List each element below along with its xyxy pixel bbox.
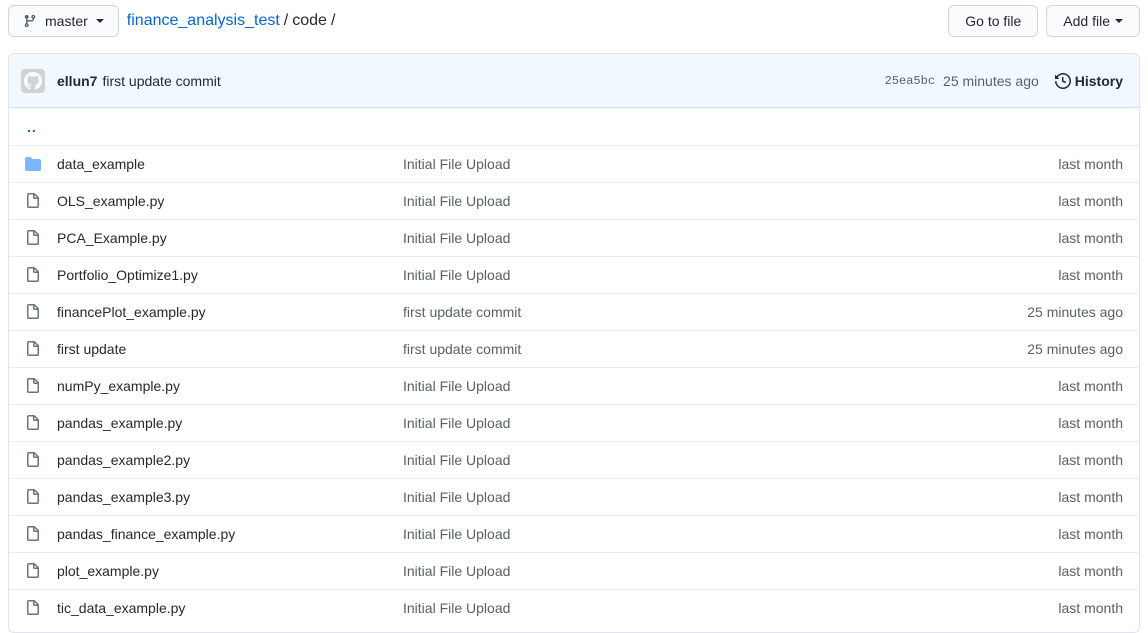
breadcrumb-current-dir: code (292, 12, 327, 29)
git-branch-icon (24, 14, 36, 28)
file-commit-age: last month (1058, 230, 1123, 246)
file-commit-age: 25 minutes ago (1027, 304, 1123, 320)
file-icon (25, 415, 41, 431)
file-browser: ellun7 first update commit 25ea5bc 25 mi… (8, 53, 1140, 633)
file-commit-message-link[interactable]: first update commit (403, 304, 1003, 320)
file-commit-message-link[interactable]: Initial File Upload (403, 230, 1003, 246)
file-commit-age: last month (1058, 526, 1123, 542)
file-commit-age: last month (1058, 378, 1123, 394)
file-name-link[interactable]: pandas_example.py (57, 415, 403, 431)
breadcrumb-trailing-separator: / (330, 12, 336, 29)
file-name-link[interactable]: numPy_example.py (57, 378, 403, 394)
file-commit-age: last month (1058, 600, 1123, 616)
file-icon (25, 341, 41, 357)
file-row[interactable]: pandas_example3.py Initial File Upload las… (9, 478, 1139, 515)
file-commit-age: last month (1058, 415, 1123, 431)
file-name-link[interactable]: pandas_example3.py (57, 489, 403, 505)
file-commit-message-link[interactable]: Initial File Upload (403, 526, 1003, 542)
file-name-link[interactable]: data_example (57, 156, 403, 172)
file-commit-message-link[interactable]: Initial File Upload (403, 156, 1003, 172)
file-commit-message-link[interactable]: Initial File Upload (403, 193, 1003, 209)
commit-author[interactable]: ellun7 (57, 73, 97, 89)
file-name-link[interactable]: tic_data_example.py (57, 600, 403, 616)
file-row[interactable]: pandas_finance_example.py Initial File Up… (9, 515, 1139, 552)
parent-directory-link[interactable]: .. (25, 119, 37, 135)
file-commit-age: last month (1058, 489, 1123, 505)
go-to-file-button[interactable]: Go to file (948, 5, 1039, 37)
commit-sha[interactable]: 25ea5bc (885, 74, 935, 88)
file-icon (25, 267, 41, 283)
breadcrumb-separator: / (283, 12, 289, 29)
file-name-link[interactable]: first update (57, 341, 403, 357)
file-name-link[interactable]: Portfolio_Optimize1.py (57, 267, 403, 283)
file-commit-message-link[interactable]: Initial File Upload (403, 378, 1003, 394)
file-row[interactable]: pandas_example.py Initial File Upload last… (9, 404, 1139, 441)
file-commit-age: last month (1058, 452, 1123, 468)
file-name-link[interactable]: pandas_example2.py (57, 452, 403, 468)
file-icon (25, 230, 41, 246)
file-icon (25, 452, 41, 468)
file-row[interactable]: financePlot_example.py first update commi… (9, 293, 1139, 330)
repo-toolbar: master finance_analysis_test / code / Go… (8, 5, 1140, 37)
go-to-file-label: Go to file (965, 13, 1022, 29)
file-icon (25, 600, 41, 616)
chevron-down-icon (95, 19, 104, 23)
chevron-down-icon (1115, 19, 1123, 23)
file-icon (25, 563, 41, 579)
file-name-link[interactable]: financePlot_example.py (57, 304, 403, 320)
file-row[interactable]: data_example Initial File Upload last mont… (9, 145, 1139, 182)
file-row[interactable]: tic_data_example.py Initial File Upload la… (9, 589, 1139, 626)
file-commit-message-link[interactable]: first update commit (403, 341, 1003, 357)
file-icon (25, 378, 41, 394)
file-icon (25, 526, 41, 542)
file-commit-message-link[interactable]: Initial File Upload (403, 489, 1003, 505)
history-link[interactable]: History (1054, 72, 1123, 89)
github-avatar-icon (24, 71, 42, 90)
file-row[interactable]: plot_example.py Initial File Upload last m… (9, 552, 1139, 589)
latest-commit-bar: ellun7 first update commit 25ea5bc 25 mi… (9, 54, 1139, 108)
add-file-label: Add file (1063, 13, 1110, 29)
file-icon (25, 304, 41, 320)
file-commit-message-link[interactable]: Initial File Upload (403, 600, 1003, 616)
file-row[interactable]: PCA_Example.py Initial File Upload last mo… (9, 219, 1139, 256)
commit-time: 25 minutes ago (943, 72, 1039, 89)
history-label: History (1074, 72, 1123, 89)
file-commit-age: last month (1058, 156, 1123, 172)
file-row[interactable]: OLS_example.py Initial File Upload last mo… (9, 182, 1139, 219)
file-commit-message-link[interactable]: Initial File Upload (403, 563, 1003, 579)
branch-selector[interactable]: master (8, 5, 119, 37)
file-name-link[interactable]: PCA_Example.py (57, 230, 403, 246)
folder-icon (25, 156, 41, 172)
file-commit-age: last month (1058, 193, 1123, 209)
file-row[interactable]: numPy_example.py Initial File Upload last … (9, 367, 1139, 404)
file-commit-message-link[interactable]: Initial File Upload (403, 415, 1003, 431)
file-icon (25, 193, 41, 209)
file-name-link[interactable]: pandas_finance_example.py (57, 526, 403, 542)
file-commit-message-link[interactable]: Initial File Upload (403, 452, 1003, 468)
file-commit-age: 25 minutes ago (1027, 341, 1123, 357)
file-row[interactable]: pandas_example2.py Initial File Upload las… (9, 441, 1139, 478)
file-row[interactable]: first update first update commit 25 minute… (9, 330, 1139, 367)
file-icon (25, 489, 41, 505)
file-commit-message-link[interactable]: Initial File Upload (403, 267, 1003, 283)
file-commit-age: last month (1058, 563, 1123, 579)
breadcrumb-repo-link[interactable]: finance_analysis_test (127, 12, 280, 30)
avatar[interactable] (21, 68, 45, 93)
history-icon (1054, 72, 1071, 89)
parent-directory-row[interactable]: .. (9, 108, 1139, 145)
branch-name: master (45, 13, 88, 29)
file-name-link[interactable]: plot_example.py (57, 563, 403, 579)
commit-message[interactable]: first update commit (102, 73, 220, 89)
breadcrumb: finance_analysis_test / code / (127, 12, 340, 30)
file-name-link[interactable]: OLS_example.py (57, 193, 403, 209)
add-file-button[interactable]: Add file (1046, 5, 1140, 37)
file-row[interactable]: Portfolio_Optimize1.py Initial File Uploa… (9, 256, 1139, 293)
file-commit-age: last month (1058, 267, 1123, 283)
